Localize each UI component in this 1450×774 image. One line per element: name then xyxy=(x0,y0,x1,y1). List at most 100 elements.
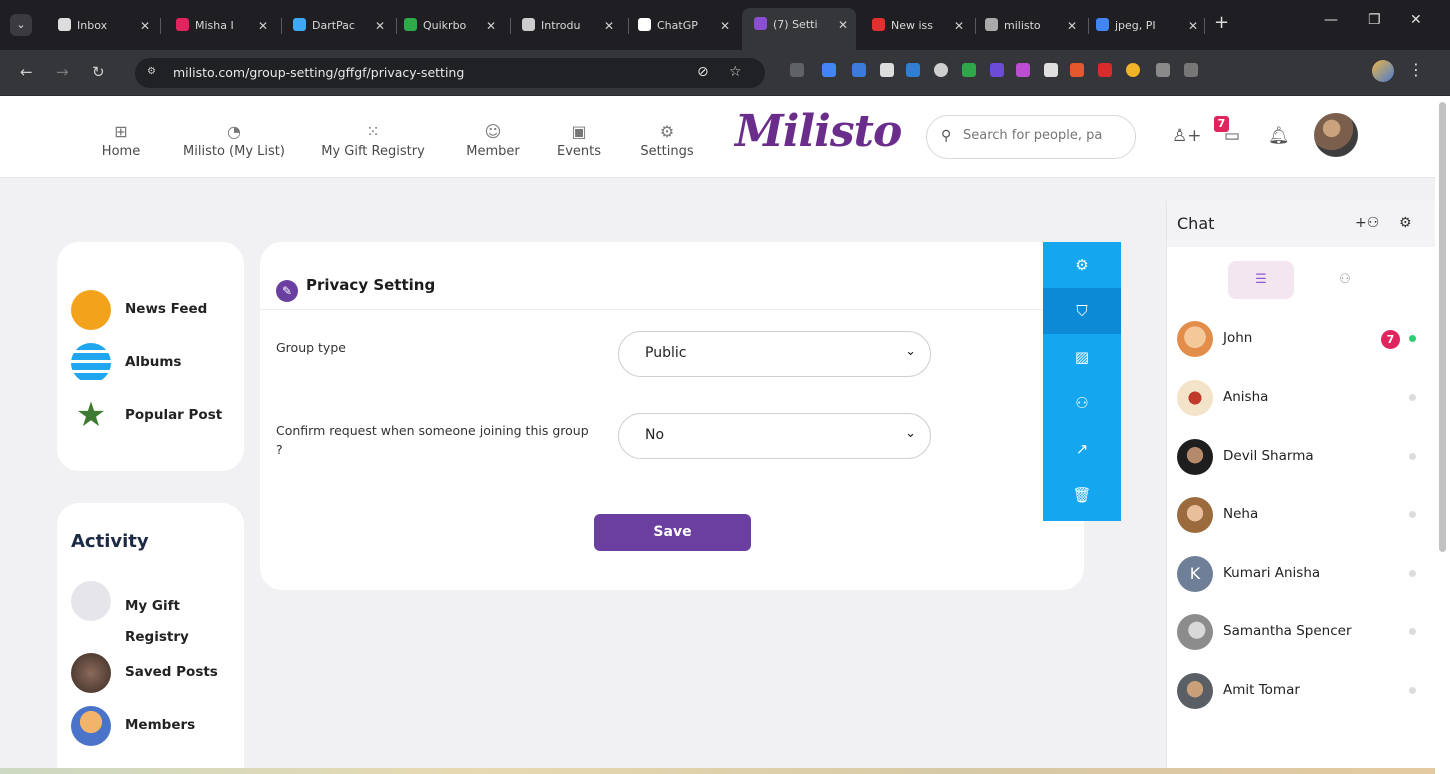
nav-label: Member xyxy=(466,144,520,159)
minimize-icon[interactable]: — xyxy=(1324,12,1338,28)
extension-translate-icon[interactable] xyxy=(822,63,836,77)
window-close-icon[interactable]: ✕ xyxy=(1410,12,1422,28)
extension-n-icon[interactable] xyxy=(962,63,976,77)
search-icon: ⚲ xyxy=(941,128,952,144)
browser-tab[interactable]: jpeg, PI ✕ xyxy=(1096,10,1206,42)
notification-count-badge: 7 xyxy=(1214,116,1229,132)
extension-swirl-icon[interactable] xyxy=(1070,63,1084,77)
tab-close-icon[interactable]: ✕ xyxy=(604,10,614,42)
left-menu-card: News Feed Albums ★ Popular Post xyxy=(57,242,244,471)
new-tab-button[interactable]: + xyxy=(1214,12,1229,33)
trending-up-icon[interactable]: ↗ xyxy=(1043,426,1121,472)
extension-new-icon[interactable] xyxy=(1098,63,1112,77)
users-icon[interactable]: ⚇ xyxy=(1043,380,1121,426)
activity-item-my-gift-registry[interactable]: My Gift Registry xyxy=(71,581,241,645)
url-text[interactable]: milisto.com/group-setting/gffgf/privacy-… xyxy=(173,65,464,80)
browser-tab[interactable]: Introdu ✕ xyxy=(522,10,622,42)
tab-favicon-icon xyxy=(1096,18,1109,31)
restore-icon[interactable]: ❐ xyxy=(1368,12,1381,28)
bell-icon[interactable]: 🔔︎ xyxy=(1268,126,1290,146)
chat-contact[interactable]: Amit Tomar xyxy=(1177,673,1427,709)
avatar xyxy=(1177,673,1213,709)
page-scrollbar[interactable] xyxy=(1435,96,1450,774)
chat-contact[interactable]: K Kumari Anisha xyxy=(1177,556,1427,592)
tracking-off-icon[interactable]: ⊘ xyxy=(697,64,709,80)
brand-logo[interactable]: Milisto xyxy=(735,106,902,157)
extension-g-icon[interactable] xyxy=(934,63,948,77)
browser-profile-avatar[interactable] xyxy=(1372,60,1394,82)
extension-sigma-icon[interactable] xyxy=(790,63,804,77)
tab-close-icon[interactable]: ✕ xyxy=(954,10,964,42)
browser-tab[interactable]: ChatGP ✕ xyxy=(638,10,738,42)
browser-tab[interactable]: milisto ✕ xyxy=(985,10,1085,42)
nav-my-gift-registry[interactable]: ⁙ My Gift Registry xyxy=(314,122,432,159)
tab-close-icon[interactable]: ✕ xyxy=(486,10,496,42)
trash-icon[interactable]: 🗑︎ xyxy=(1043,472,1121,521)
back-icon[interactable]: ← xyxy=(20,63,33,81)
extension-ft-icon[interactable] xyxy=(906,63,920,77)
browser-tab[interactable]: Quikrbo ✕ xyxy=(404,10,504,42)
extension-screen-icon[interactable] xyxy=(852,63,866,77)
add-friend-icon[interactable]: ♙+ xyxy=(1172,126,1201,146)
contacts-tab[interactable]: ☰ xyxy=(1228,261,1294,299)
chat-contact[interactable]: Anisha xyxy=(1177,380,1427,416)
chat-contact[interactable]: Samantha Spencer xyxy=(1177,614,1427,650)
save-button[interactable]: Save xyxy=(594,514,751,551)
forward-icon[interactable]: → xyxy=(56,63,69,81)
tab-label: New iss xyxy=(891,19,934,32)
chat-contact[interactable]: John 7 xyxy=(1177,321,1427,357)
browser-tab[interactable]: DartPac ✕ xyxy=(293,10,393,42)
tab-close-icon[interactable]: ✕ xyxy=(140,10,150,42)
tab-close-icon[interactable]: ✕ xyxy=(1188,10,1198,42)
search-box[interactable]: ⚲ xyxy=(926,115,1136,159)
group-type-label: Group type xyxy=(276,340,346,355)
reload-icon[interactable]: ↻ xyxy=(92,63,105,81)
nav-milisto-my-list[interactable]: ◔ Milisto (My List) xyxy=(172,122,296,159)
shield-icon[interactable]: ⛉ xyxy=(1043,288,1121,334)
groups-tab[interactable]: ⚇ xyxy=(1312,261,1378,299)
chat-contact[interactable]: Neha xyxy=(1177,497,1427,533)
nav-label: My Gift Registry xyxy=(321,144,425,159)
nav-label: Home xyxy=(101,144,141,159)
extension-face-icon[interactable] xyxy=(1126,63,1140,77)
image-icon[interactable]: ▨ xyxy=(1043,334,1121,380)
tab-close-icon[interactable]: ✕ xyxy=(838,8,848,42)
extension-cursor-icon[interactable] xyxy=(1044,63,1058,77)
gift-registry-icon xyxy=(71,581,111,621)
megaphone-icon xyxy=(71,290,111,330)
browser-tab[interactable]: Misha I ✕ xyxy=(176,10,276,42)
extension-window-icon[interactable] xyxy=(880,63,894,77)
browser-tab[interactable]: Inbox ✕ xyxy=(58,10,158,42)
scrollbar-thumb[interactable] xyxy=(1439,102,1446,552)
extension-pen-icon[interactable] xyxy=(1016,63,1030,77)
avatar xyxy=(1177,321,1213,357)
user-avatar[interactable] xyxy=(1314,113,1358,157)
nav-events[interactable]: ▣ Events xyxy=(554,122,604,159)
nav-home[interactable]: ⊞ Home xyxy=(98,122,144,159)
tab-search-button[interactable]: ⌄ xyxy=(10,14,32,36)
nav-settings[interactable]: ⚙ Settings xyxy=(636,122,698,159)
nav-label: Settings xyxy=(640,144,694,159)
address-bar[interactable]: ⚙ milisto.com/group-setting/gffgf/privac… xyxy=(135,58,765,88)
extensions-puzzle-icon[interactable] xyxy=(1184,63,1198,77)
add-group-icon[interactable]: +⚇ xyxy=(1355,215,1379,231)
tab-close-icon[interactable]: ✕ xyxy=(1067,10,1077,42)
extension-crx-icon[interactable] xyxy=(1156,63,1170,77)
bookmark-star-icon[interactable]: ☆ xyxy=(729,64,742,80)
browser-tab-active[interactable]: (7) Setti ✕ xyxy=(742,8,856,50)
site-info-icon[interactable]: ⚙ xyxy=(147,66,161,80)
tab-close-icon[interactable]: ✕ xyxy=(375,10,385,42)
tab-label: (7) Setti xyxy=(773,18,818,31)
tab-close-icon[interactable]: ✕ xyxy=(720,10,730,42)
gear-icon[interactable]: ⚙ xyxy=(1043,242,1121,288)
browser-menu-icon[interactable]: ⋮ xyxy=(1408,60,1424,79)
group-type-select[interactable]: Public ⌄ xyxy=(618,331,931,377)
search-input[interactable] xyxy=(963,128,1128,143)
browser-tab[interactable]: New iss ✕ xyxy=(872,10,972,42)
nav-member[interactable]: ☺ Member xyxy=(462,122,524,159)
tab-close-icon[interactable]: ✕ xyxy=(258,10,268,42)
confirm-request-select[interactable]: No ⌄ xyxy=(618,413,931,459)
extension-spark-icon[interactable] xyxy=(990,63,1004,77)
gear-icon[interactable]: ⚙ xyxy=(1399,215,1412,231)
chat-contact[interactable]: Devil Sharma xyxy=(1177,439,1427,475)
